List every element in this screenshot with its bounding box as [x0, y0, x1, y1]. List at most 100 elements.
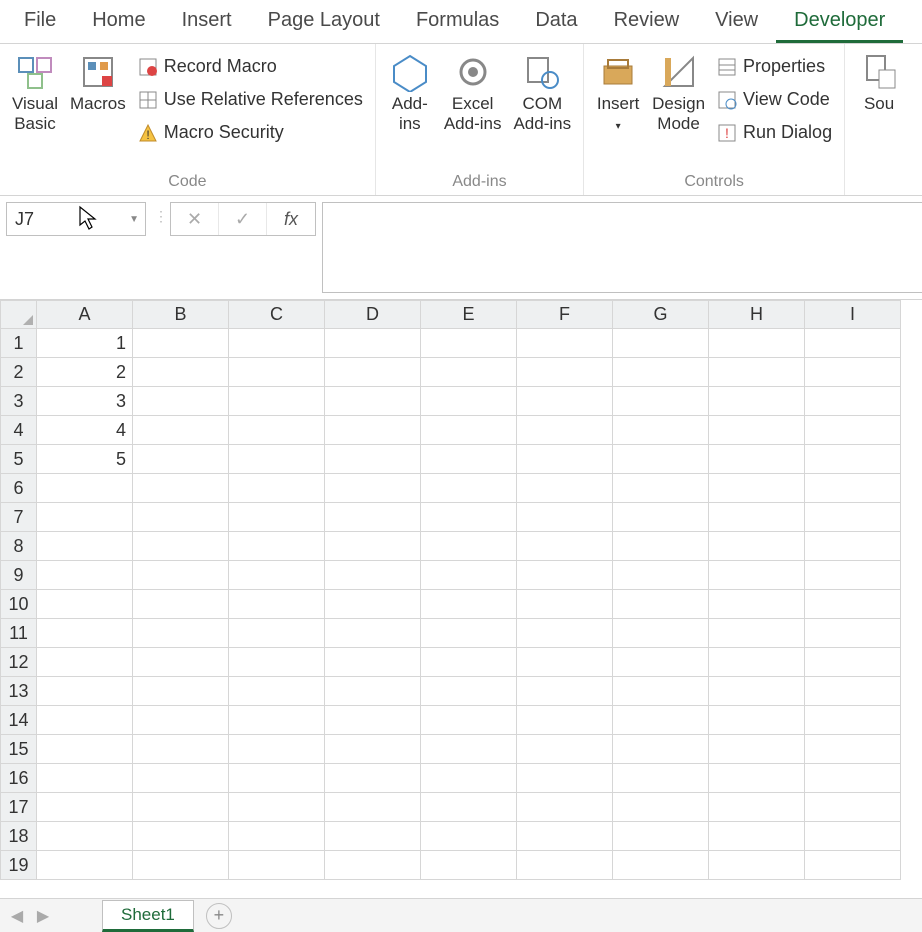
cell-C5[interactable] [229, 445, 325, 474]
sheet-nav-next[interactable]: ▶ [32, 905, 54, 927]
cell-B4[interactable] [133, 416, 229, 445]
column-header-C[interactable]: C [229, 301, 325, 329]
cell-D19[interactable] [325, 851, 421, 880]
cell-C14[interactable] [229, 706, 325, 735]
cell-F18[interactable] [517, 822, 613, 851]
cell-C8[interactable] [229, 532, 325, 561]
cell-D10[interactable] [325, 590, 421, 619]
cell-I18[interactable] [805, 822, 901, 851]
column-header-F[interactable]: F [517, 301, 613, 329]
cell-G14[interactable] [613, 706, 709, 735]
column-header-B[interactable]: B [133, 301, 229, 329]
cell-H10[interactable] [709, 590, 805, 619]
cell-B1[interactable] [133, 329, 229, 358]
cell-F19[interactable] [517, 851, 613, 880]
properties-button[interactable]: Properties [715, 54, 834, 79]
cell-A18[interactable] [37, 822, 133, 851]
row-header-18[interactable]: 18 [1, 822, 37, 851]
cell-C13[interactable] [229, 677, 325, 706]
com-addins-button[interactable]: COM Add-ins [507, 50, 577, 137]
insert-control-button[interactable]: Insert▾ [590, 50, 646, 137]
tab-data[interactable]: Data [517, 0, 595, 43]
record-macro-button[interactable]: Record Macro [136, 54, 365, 79]
cell-E11[interactable] [421, 619, 517, 648]
row-header-19[interactable]: 19 [1, 851, 37, 880]
row-header-14[interactable]: 14 [1, 706, 37, 735]
cell-B9[interactable] [133, 561, 229, 590]
cell-H18[interactable] [709, 822, 805, 851]
cell-A4[interactable]: 4 [37, 416, 133, 445]
cell-B6[interactable] [133, 474, 229, 503]
tab-insert[interactable]: Insert [164, 0, 250, 43]
cell-A2[interactable]: 2 [37, 358, 133, 387]
cell-I3[interactable] [805, 387, 901, 416]
cell-B16[interactable] [133, 764, 229, 793]
row-header-5[interactable]: 5 [1, 445, 37, 474]
cell-H4[interactable] [709, 416, 805, 445]
cell-G13[interactable] [613, 677, 709, 706]
cell-E3[interactable] [421, 387, 517, 416]
cell-A10[interactable] [37, 590, 133, 619]
cell-I2[interactable] [805, 358, 901, 387]
cell-H2[interactable] [709, 358, 805, 387]
tab-file[interactable]: File [6, 0, 74, 43]
cell-A11[interactable] [37, 619, 133, 648]
cancel-formula-button[interactable]: ✕ [171, 203, 219, 235]
cell-D5[interactable] [325, 445, 421, 474]
cell-E12[interactable] [421, 648, 517, 677]
use-relative-references-button[interactable]: Use Relative References [136, 87, 365, 112]
cell-B13[interactable] [133, 677, 229, 706]
cell-F2[interactable] [517, 358, 613, 387]
cell-G10[interactable] [613, 590, 709, 619]
row-header-11[interactable]: 11 [1, 619, 37, 648]
name-box[interactable]: J7 ▼ [6, 202, 146, 236]
cell-A16[interactable] [37, 764, 133, 793]
cell-C2[interactable] [229, 358, 325, 387]
cell-H7[interactable] [709, 503, 805, 532]
cell-F6[interactable] [517, 474, 613, 503]
cell-C18[interactable] [229, 822, 325, 851]
cell-A3[interactable]: 3 [37, 387, 133, 416]
row-header-12[interactable]: 12 [1, 648, 37, 677]
cell-I1[interactable] [805, 329, 901, 358]
cell-G11[interactable] [613, 619, 709, 648]
cell-F13[interactable] [517, 677, 613, 706]
cell-C15[interactable] [229, 735, 325, 764]
tab-view[interactable]: View [697, 0, 776, 43]
enter-formula-button[interactable]: ✓ [219, 203, 267, 235]
cell-G8[interactable] [613, 532, 709, 561]
cell-I4[interactable] [805, 416, 901, 445]
column-header-G[interactable]: G [613, 301, 709, 329]
row-header-4[interactable]: 4 [1, 416, 37, 445]
cell-D1[interactable] [325, 329, 421, 358]
cell-G3[interactable] [613, 387, 709, 416]
cell-I11[interactable] [805, 619, 901, 648]
cell-E16[interactable] [421, 764, 517, 793]
cell-I15[interactable] [805, 735, 901, 764]
cell-H19[interactable] [709, 851, 805, 880]
cell-A1[interactable]: 1 [37, 329, 133, 358]
cell-G17[interactable] [613, 793, 709, 822]
cell-H16[interactable] [709, 764, 805, 793]
row-header-16[interactable]: 16 [1, 764, 37, 793]
cell-F15[interactable] [517, 735, 613, 764]
row-header-1[interactable]: 1 [1, 329, 37, 358]
cell-C11[interactable] [229, 619, 325, 648]
cell-H9[interactable] [709, 561, 805, 590]
cell-B17[interactable] [133, 793, 229, 822]
cell-I17[interactable] [805, 793, 901, 822]
cell-A12[interactable] [37, 648, 133, 677]
cell-D2[interactable] [325, 358, 421, 387]
cell-I8[interactable] [805, 532, 901, 561]
view-code-button[interactable]: View Code [715, 87, 834, 112]
cell-I7[interactable] [805, 503, 901, 532]
cell-C16[interactable] [229, 764, 325, 793]
cell-B14[interactable] [133, 706, 229, 735]
cell-F12[interactable] [517, 648, 613, 677]
cell-I13[interactable] [805, 677, 901, 706]
cell-A19[interactable] [37, 851, 133, 880]
cell-I19[interactable] [805, 851, 901, 880]
row-header-3[interactable]: 3 [1, 387, 37, 416]
cell-B2[interactable] [133, 358, 229, 387]
cell-C6[interactable] [229, 474, 325, 503]
